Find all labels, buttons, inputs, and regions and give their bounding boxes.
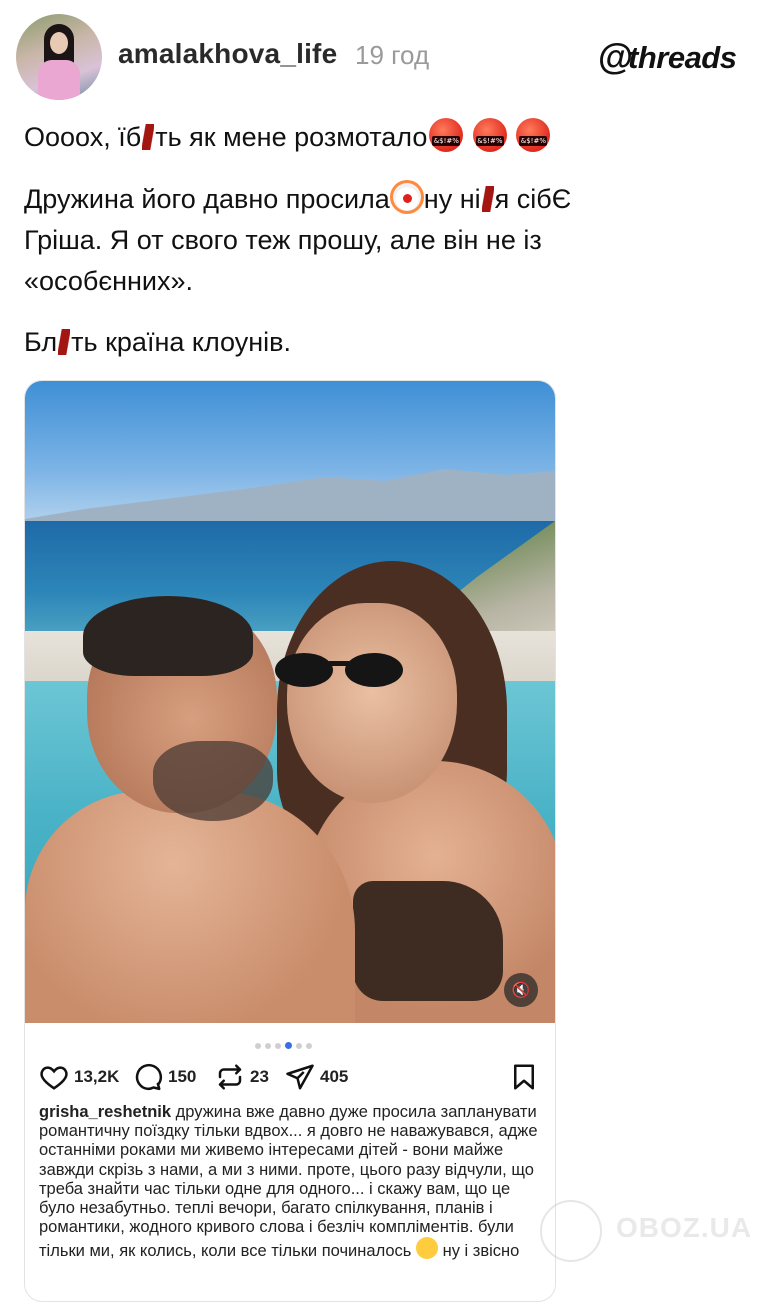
carousel-dot-active [285,1042,292,1049]
save-button[interactable] [509,1059,539,1095]
post-header: amalakhova_life 19 год @ threads [0,0,759,110]
likes-count: 13,2K [74,1067,120,1086]
reposts-count: 23 [250,1067,269,1086]
watermark-text: OBOZ.UA [616,1212,753,1243]
threads-logo: @ threads [598,39,754,78]
smiling-face-emoji [416,1237,438,1260]
cursing-face-emoji [472,118,507,152]
comments-count: 150 [168,1067,197,1086]
repost-icon [218,1064,242,1090]
share-button[interactable]: 405 [285,1059,348,1095]
action-bar: 13,2K 150 23 405 [39,1059,541,1095]
shares-count: 405 [320,1067,349,1086]
carousel-dot [275,1043,281,1049]
carousel-dot [306,1043,312,1049]
carousel-indicator [253,1036,314,1049]
bookmark-icon [514,1064,534,1090]
caption-text: дружина вже давно дуже просила запланува… [39,1103,538,1261]
post-time: 19 год [355,40,430,70]
post-text-paragraph-2: Дружина його давно просила ну ні я сібЄ Гр… [24,179,571,302]
mute-icon[interactable]: 🔇 [504,973,538,1007]
censor-mark [142,124,155,150]
watermark-logo-icon [540,1200,602,1262]
sunglasses [275,647,425,691]
watermark: OBOZ.UA [536,1200,751,1262]
avatar[interactable] [16,14,102,100]
username-link[interactable]: amalakhova_life [118,38,337,70]
post-caption: grisha_reshetnik дружина вже давно дуже … [39,1103,539,1262]
caption-tail: ну і звісно [442,1242,520,1261]
caption-username[interactable]: grisha_reshetnik [39,1103,171,1121]
censor-mark [481,186,494,212]
comment-button[interactable]: 150 [133,1059,196,1095]
heart-icon [40,1066,68,1090]
clown-face-emoji [389,180,424,214]
comment-icon [135,1063,162,1091]
send-icon [286,1064,314,1090]
carousel-dot [296,1043,302,1049]
carousel-dot [255,1043,261,1049]
post-text-line-3: Бл ть країна клоунів. [24,327,292,357]
repost-button[interactable]: 23 [215,1059,269,1095]
threads-wordmark: threads [628,40,737,75]
embedded-instagram-post[interactable]: 🔇 13,2K 150 23 405 grisha_reshetnik друж… [24,380,556,1302]
censor-mark [58,329,71,355]
cursing-face-emoji [429,118,464,152]
post-text-line-1: Оооох, їб ть як мене розмотало [24,117,551,158]
like-button[interactable]: 13,2K [39,1059,119,1095]
cursing-face-emoji [516,118,551,152]
carousel-dot [265,1043,271,1049]
post-photo[interactable]: 🔇 [25,381,555,1023]
